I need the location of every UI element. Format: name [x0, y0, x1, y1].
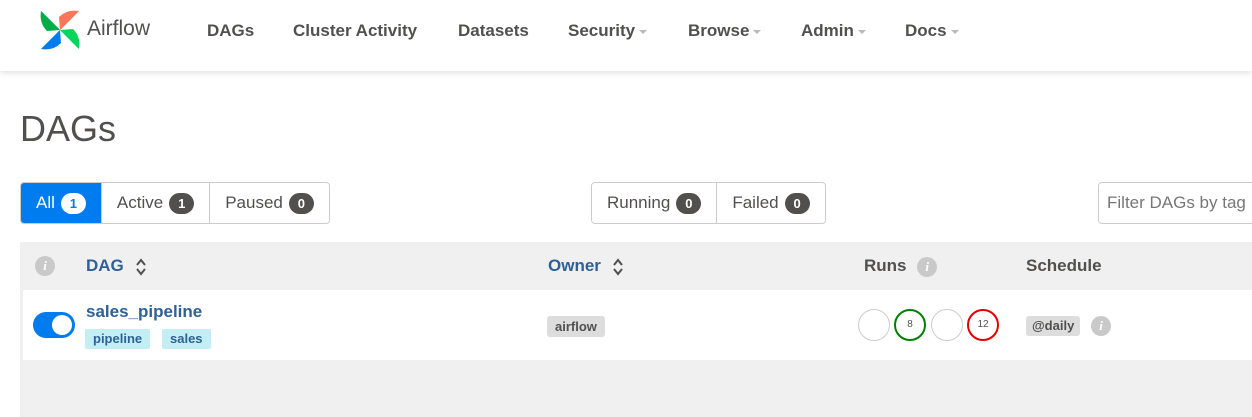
nav-item-docs[interactable]: Docs	[905, 21, 959, 41]
count-badge: 1	[60, 192, 86, 214]
column-header-runs: Runs i	[864, 256, 938, 277]
nav-item-dags[interactable]: DAGs	[207, 21, 254, 41]
nav-item-label: Cluster Activity	[293, 21, 418, 40]
column-header-runs-label: Runs	[864, 256, 907, 275]
info-icon[interactable]: i	[35, 256, 55, 276]
navbar: Airflow DAGs Cluster Activity Datasets Secu…	[0, 0, 1252, 71]
caret-down-icon	[857, 29, 866, 34]
run-state-failed[interactable]: 12	[967, 309, 999, 341]
sort-icon	[612, 257, 623, 276]
column-header-schedule: Schedule	[1026, 256, 1102, 275]
info-icon[interactable]: i	[917, 256, 938, 277]
nav-item-label: Admin	[801, 21, 854, 40]
dag-tag[interactable]: sales	[162, 329, 211, 349]
column-header-owner[interactable]: Owner	[548, 256, 624, 277]
filter-paused-button[interactable]: Paused 0	[210, 183, 329, 223]
table-header: i DAG Owner Runs i Schedule	[20, 242, 1252, 289]
nav-item-label: Security	[568, 21, 636, 40]
run-state-queued[interactable]	[858, 309, 890, 341]
dag-tag[interactable]: pipeline	[85, 329, 151, 349]
status-filter-group: All 1 Active 1 Paused 0	[20, 182, 330, 224]
airflow-logo-icon	[40, 10, 80, 50]
dags-table: i DAG Owner Runs i Schedule sales_pipeli…	[20, 242, 1252, 417]
run-filter-label: Running	[607, 193, 671, 212]
dag-pause-toggle[interactable]	[33, 312, 75, 338]
run-filter-failed-button[interactable]: Failed 0	[717, 183, 825, 223]
count-badge: 1	[169, 192, 195, 214]
nav-item-browse[interactable]: Browse	[688, 21, 762, 41]
filter-label: All	[36, 193, 55, 212]
column-header-dag[interactable]: DAG	[86, 256, 147, 277]
filter-all-button[interactable]: All 1	[21, 183, 102, 223]
run-state-success[interactable]: 8	[894, 309, 926, 341]
nav-item-datasets[interactable]: Datasets	[458, 21, 529, 41]
schedule-badge: @daily	[1026, 316, 1081, 336]
dag-id-link[interactable]: sales_pipeline	[86, 302, 202, 322]
sort-icon	[135, 257, 146, 276]
run-state-running[interactable]	[931, 309, 963, 341]
nav-item-label: Docs	[905, 21, 947, 40]
nav-item-admin[interactable]: Admin	[801, 21, 866, 41]
count-badge: 0	[676, 192, 702, 214]
filter-label: Paused	[225, 193, 283, 212]
column-header-dag-label: DAG	[86, 256, 124, 275]
info-icon[interactable]: i	[1091, 316, 1111, 336]
tag-filter-input[interactable]: Filter DAGs by tag	[1098, 182, 1252, 224]
run-filter-label: Failed	[732, 193, 779, 212]
column-header-owner-label: Owner	[548, 256, 601, 275]
nav-item-label: Browse	[688, 21, 750, 40]
table-row: sales_pipeline pipeline sales airflow 8 …	[23, 290, 1252, 360]
nav-item-cluster-activity[interactable]: Cluster Activity	[293, 21, 417, 41]
owner-badge[interactable]: airflow	[547, 316, 605, 337]
count-badge: 0	[784, 192, 810, 214]
run-state-filter-group: Running 0 Failed 0	[591, 182, 826, 224]
caret-down-icon	[950, 29, 959, 34]
brand-link[interactable]: Airflow	[37, 7, 150, 53]
brand-name: Airflow	[87, 17, 151, 40]
nav-item-security[interactable]: Security	[568, 21, 648, 41]
page-title: DAGs	[20, 108, 117, 149]
run-filter-running-button[interactable]: Running 0	[592, 183, 718, 223]
nav-item-label: Datasets	[458, 21, 529, 40]
filter-active-button[interactable]: Active 1	[101, 183, 211, 223]
filter-label: Active	[116, 193, 164, 212]
count-badge: 0	[288, 192, 314, 214]
nav-item-label: DAGs	[207, 21, 255, 40]
caret-down-icon	[753, 29, 762, 34]
toggle-knob	[52, 315, 72, 335]
caret-down-icon	[639, 29, 648, 34]
